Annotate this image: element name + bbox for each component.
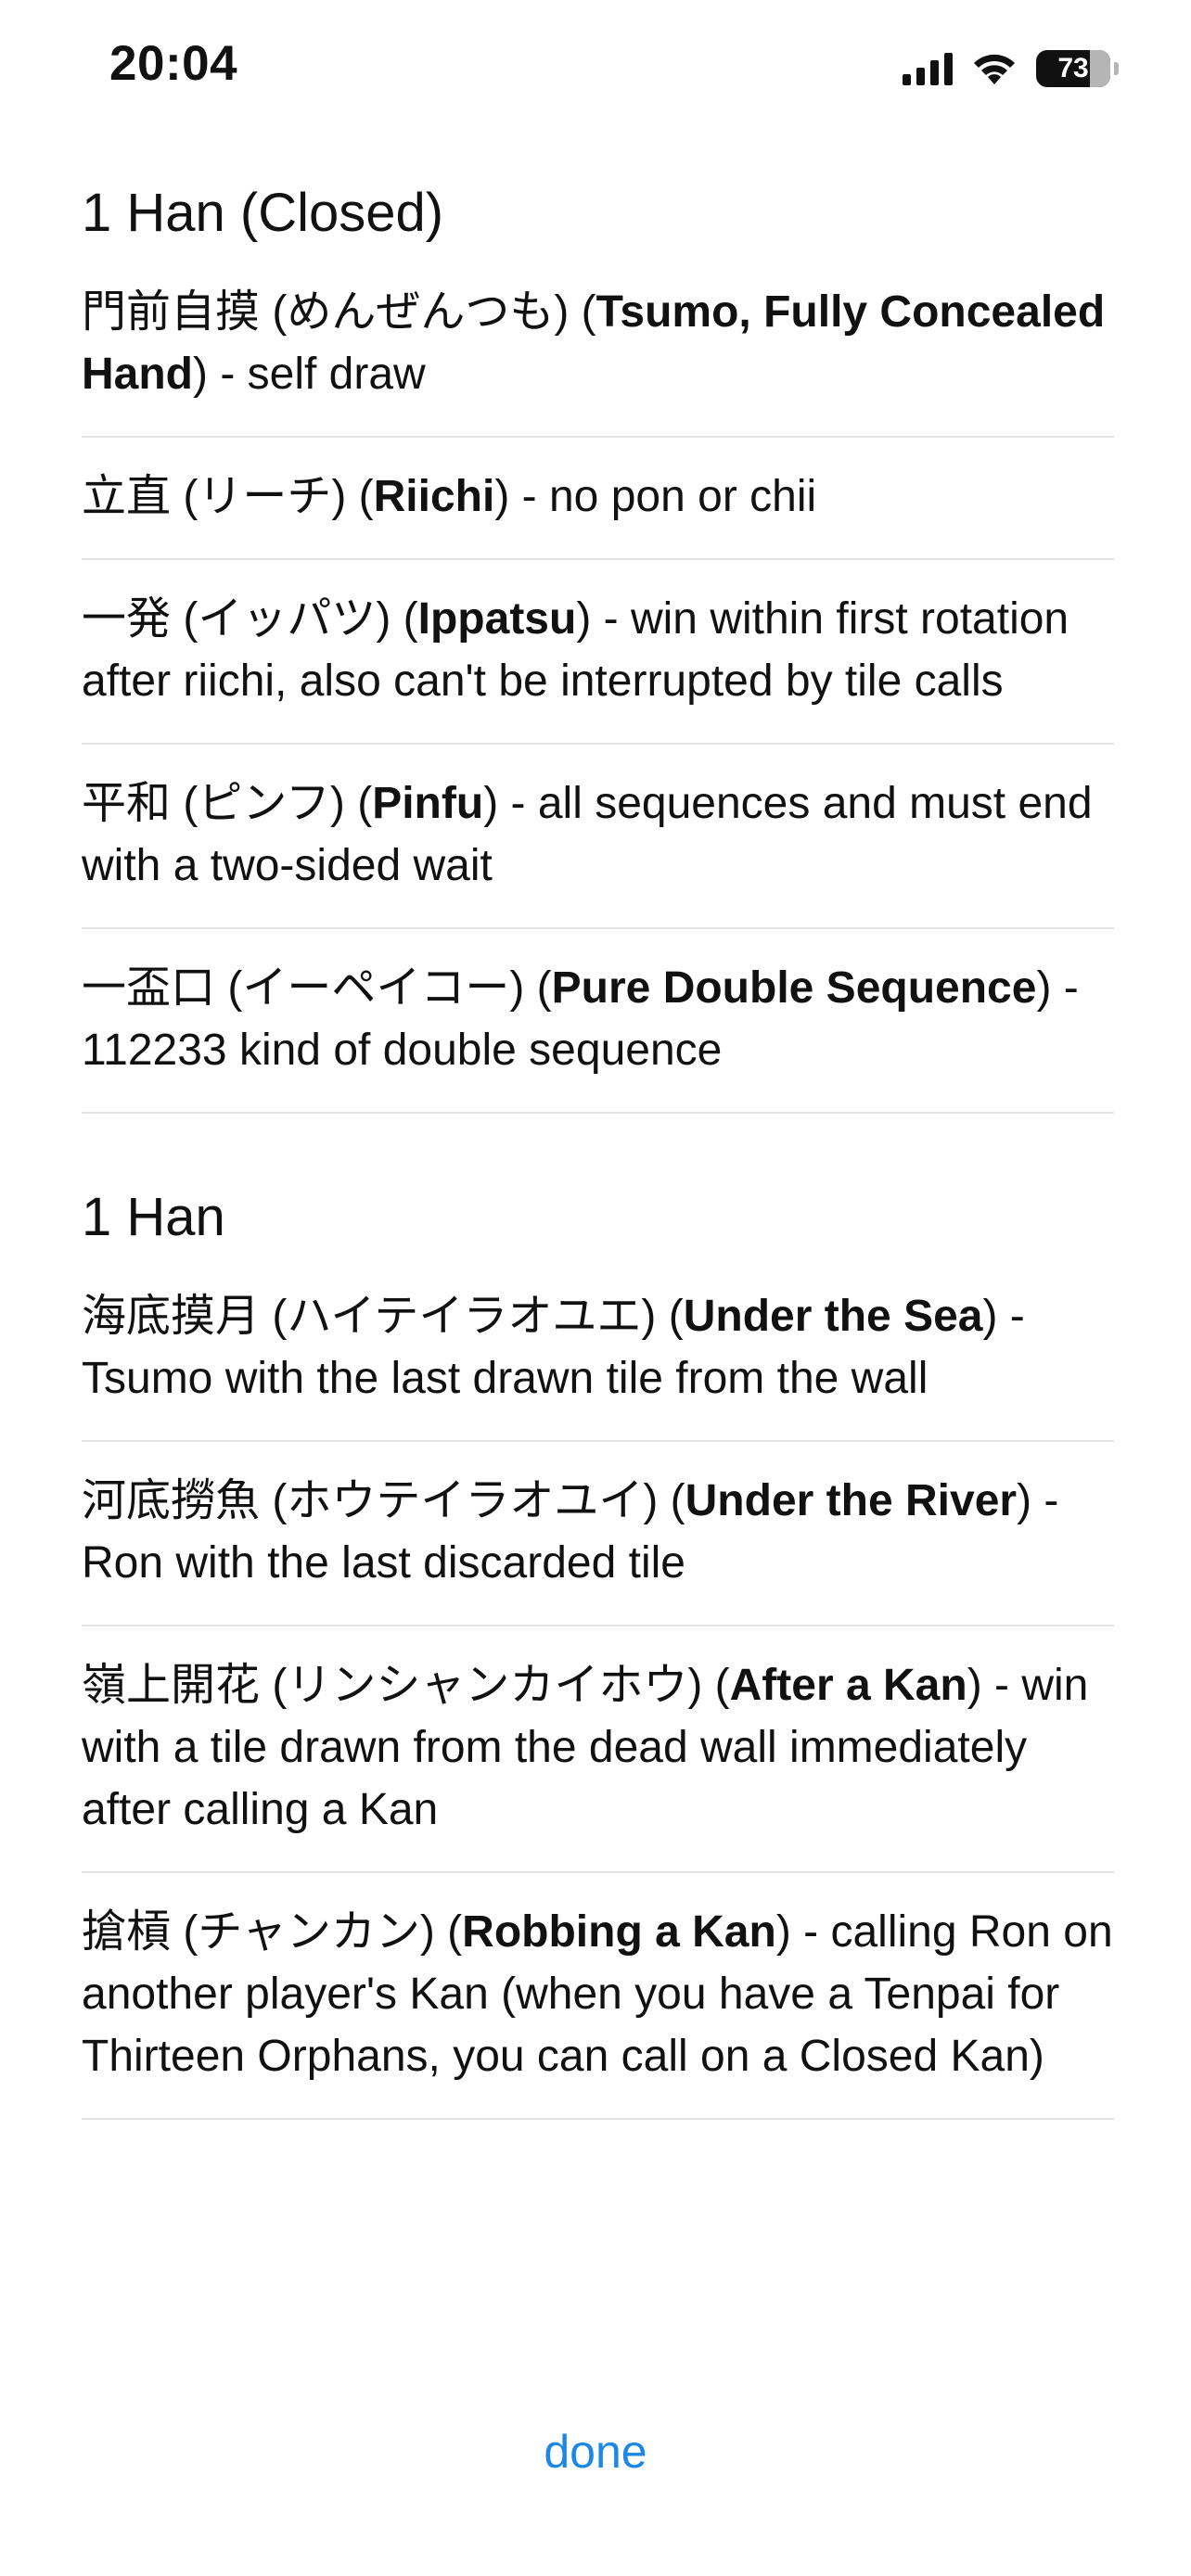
status-icons: 73 bbox=[903, 46, 1119, 91]
yaku-description: - no pon or chii bbox=[509, 472, 817, 521]
section-list: 門前自摸 (めんぜんつも) (Tsumo, Fully Concealed Ha… bbox=[82, 281, 1114, 1114]
yaku-name: Ippatsu bbox=[417, 594, 577, 644]
yaku-japanese: 一盃口 (イーペイコー) bbox=[82, 963, 525, 1013]
list-item: 門前自摸 (めんぜんつも) (Tsumo, Fully Concealed Ha… bbox=[82, 281, 1114, 438]
battery-cap bbox=[1114, 62, 1119, 75]
yaku-name: Under the River bbox=[685, 1476, 1018, 1525]
yaku-name: Riichi bbox=[373, 472, 495, 521]
list-item: 立直 (リーチ) (Riichi) - no pon or chii bbox=[82, 438, 1114, 560]
section-title: 1 Han (Closed) bbox=[82, 183, 444, 243]
list-item: 平和 (ピンフ) (Pinfu) - all sequences and mus… bbox=[82, 745, 1114, 929]
yaku-name: Robbing a Kan bbox=[462, 1907, 776, 1957]
yaku-name: Under the Sea bbox=[683, 1292, 983, 1341]
battery-level: 73 bbox=[1057, 53, 1089, 83]
yaku-name: After a Kan bbox=[729, 1661, 967, 1710]
yaku-japanese: 搶槓 (チャンカン) bbox=[82, 1907, 435, 1957]
yaku-japanese: 平和 (ピンフ) bbox=[82, 779, 345, 828]
yaku-japanese: 門前自摸 (めんぜんつも) bbox=[82, 287, 570, 337]
yaku-japanese: 立直 (リーチ) bbox=[82, 472, 347, 521]
yaku-japanese: 一発 (イッパツ) bbox=[82, 594, 391, 644]
battery-icon: 73 bbox=[1036, 50, 1110, 87]
yaku-japanese: 海底摸月 (ハイテイラオユエ) bbox=[82, 1292, 657, 1341]
list-item: 河底撈魚 (ホウテイラオユイ) (Under the River) - Ron … bbox=[82, 1442, 1114, 1626]
yaku-japanese: 河底撈魚 (ホウテイラオユイ) bbox=[82, 1476, 659, 1525]
yaku-description: - self draw bbox=[207, 350, 426, 399]
yaku-japanese: 嶺上開花 (リンシャンカイホウ) bbox=[82, 1661, 703, 1710]
status-bar: 20:04 73 bbox=[0, 0, 1191, 139]
yaku-name: Pure Double Sequence bbox=[551, 963, 1037, 1013]
list-item: 搶槓 (チャンカン) (Robbing a Kan) - calling Ron… bbox=[82, 1873, 1114, 2120]
yaku-name: Pinfu bbox=[372, 779, 484, 828]
yaku-list: 1 Han (Closed) 門前自摸 (めんぜんつも) (Tsumo, Ful… bbox=[82, 139, 1114, 2120]
list-item: 一盃口 (イーペイコー) (Pure Double Sequence) - 11… bbox=[82, 929, 1114, 1114]
list-item: 海底摸月 (ハイテイラオユエ) (Under the Sea) - Tsumo … bbox=[82, 1285, 1114, 1442]
list-item: 嶺上開花 (リンシャンカイホウ) (After a Kan) - win wit… bbox=[82, 1626, 1114, 1873]
cellular-signal-icon bbox=[903, 52, 953, 85]
section-title: 1 Han bbox=[82, 1187, 225, 1247]
section-list: 海底摸月 (ハイテイラオユエ) (Under the Sea) - Tsumo … bbox=[82, 1285, 1114, 2120]
list-item: 一発 (イッパツ) (Ippatsu) - win within first r… bbox=[82, 560, 1114, 745]
done-button[interactable]: done bbox=[0, 2425, 1191, 2479]
status-time: 20:04 bbox=[109, 36, 238, 91]
wifi-icon bbox=[974, 54, 1015, 84]
